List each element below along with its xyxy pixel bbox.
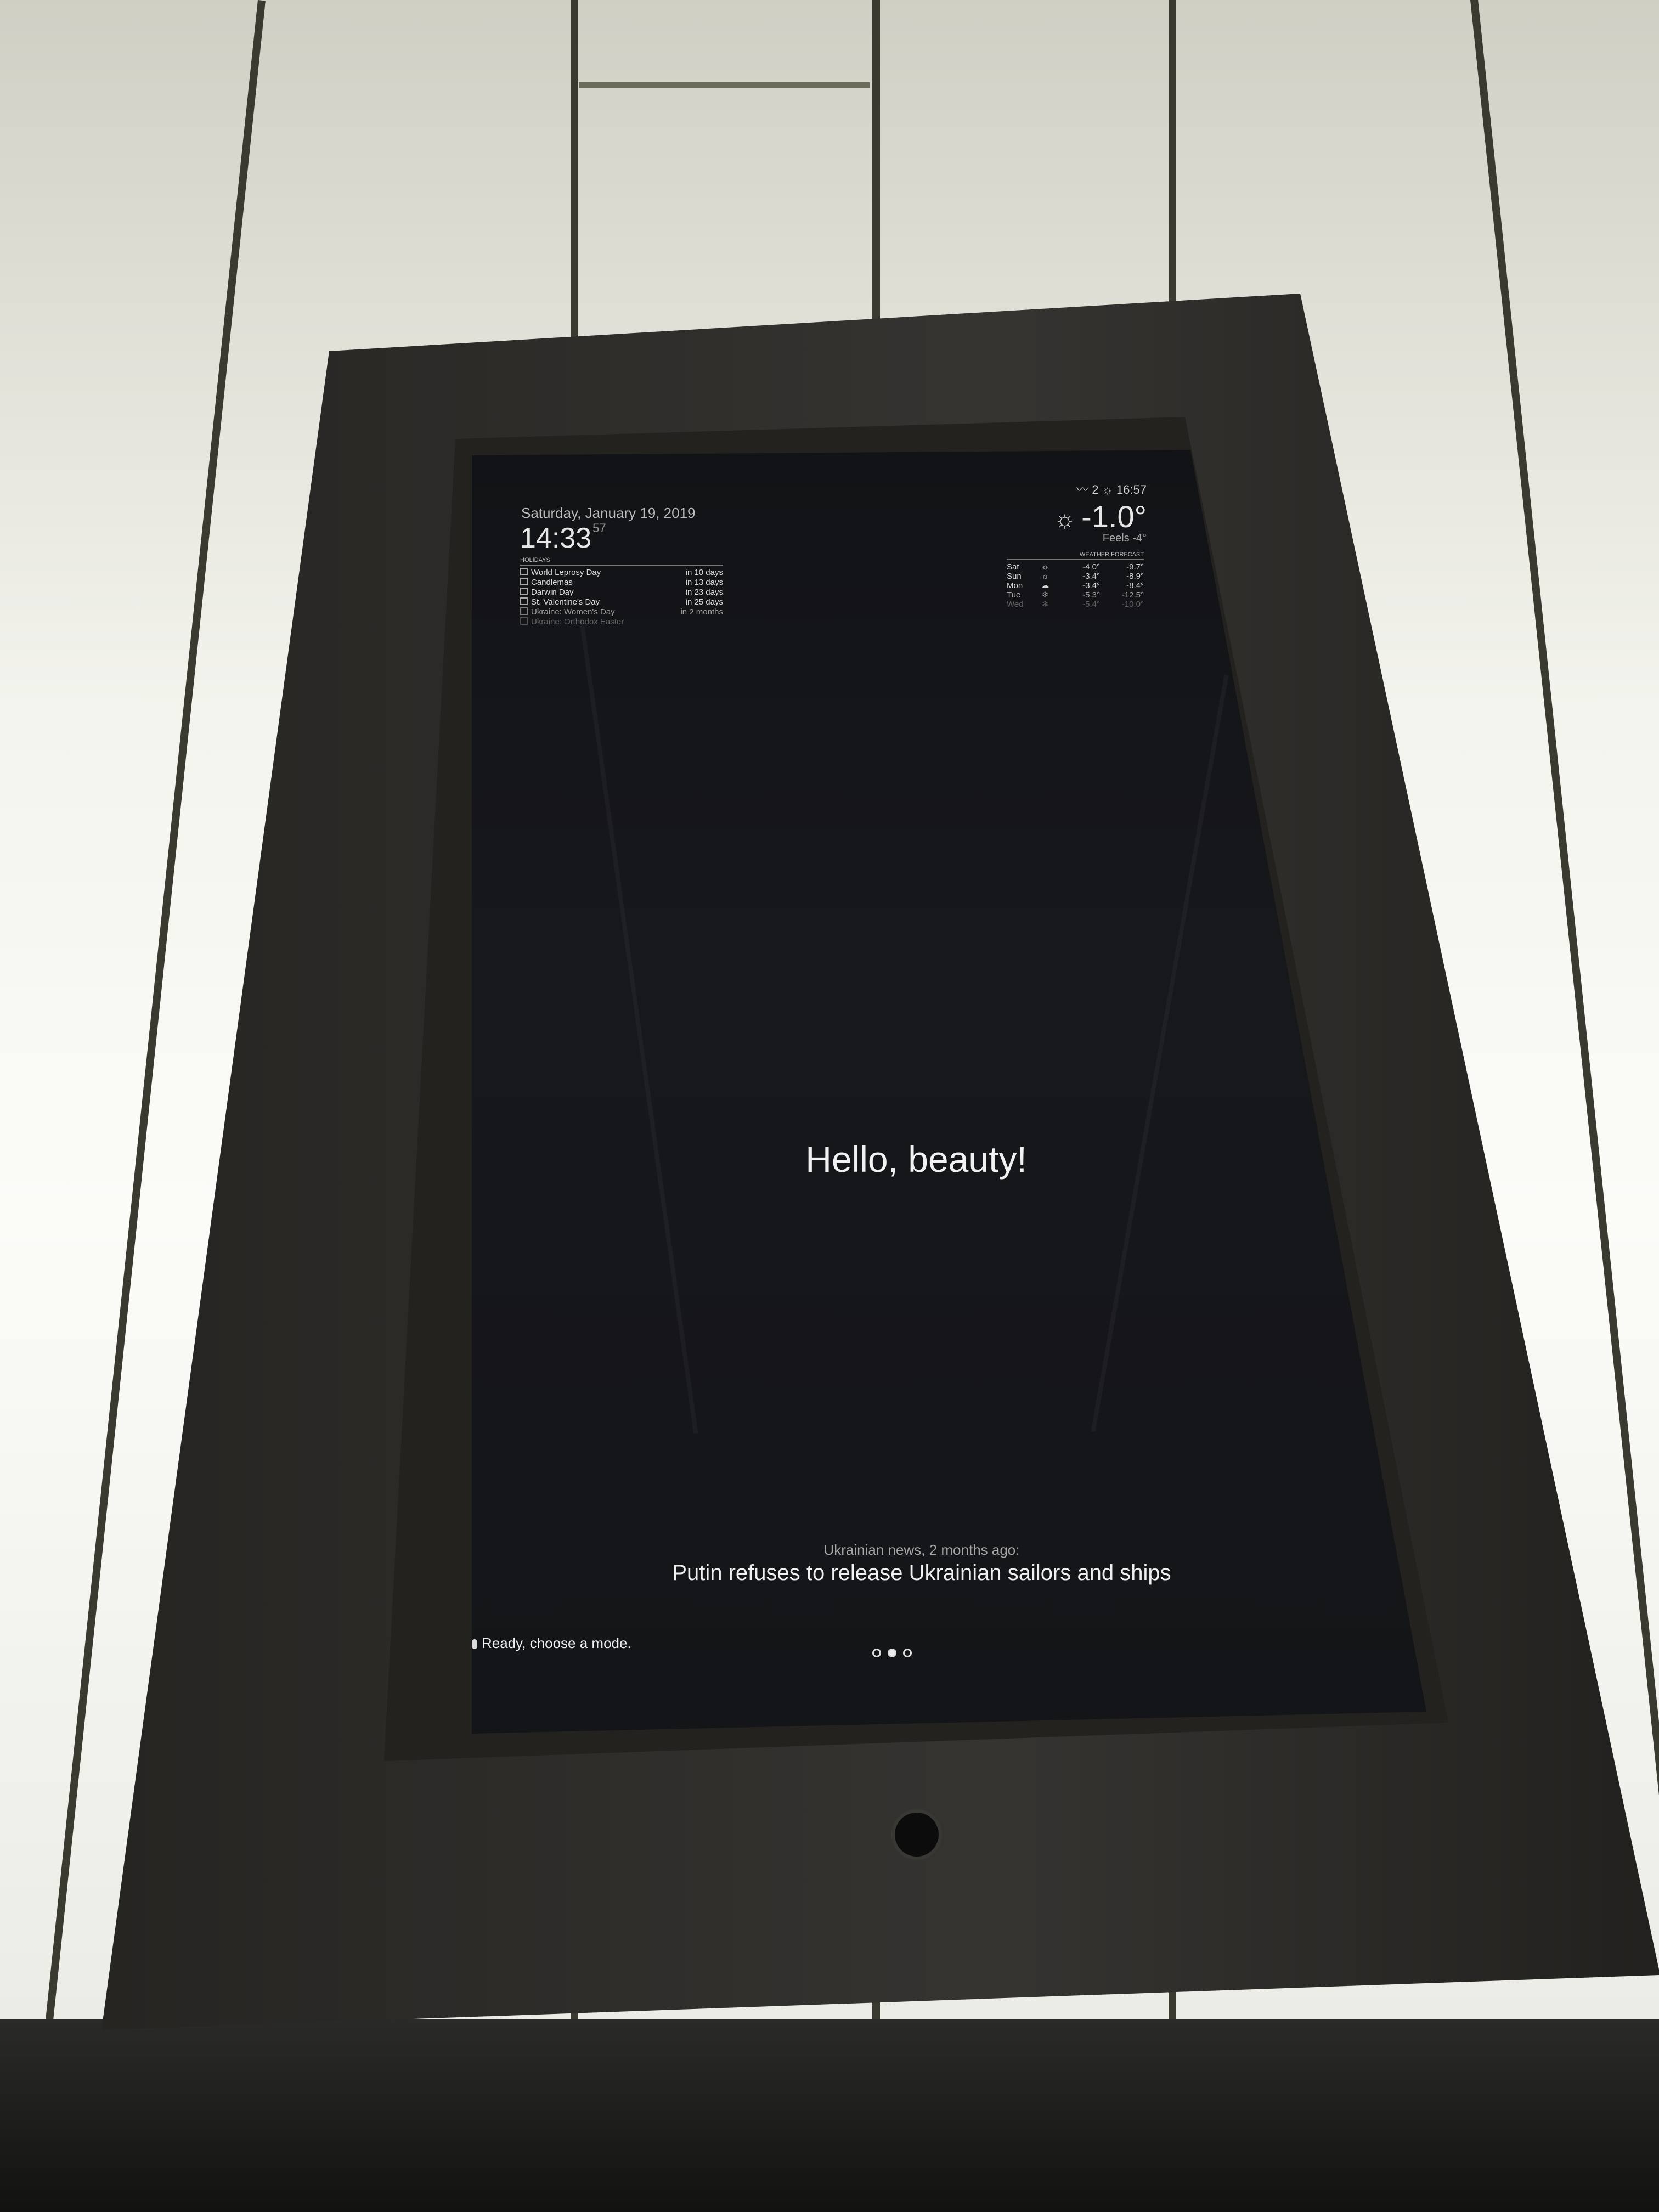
holiday-when: in 10 days (685, 568, 723, 577)
table-row: Tue ❄ -5.3° -12.5° (1007, 590, 1144, 600)
news-source: Ukrainian news, 2 months ago: (823, 1542, 1020, 1558)
table-row: Wed ❄ -5.4° -10.0° (1007, 600, 1144, 609)
holiday-name: Ukraine: Orthodox Easter (531, 617, 624, 627)
holiday-when: in 23 days (685, 588, 723, 597)
page-dot[interactable] (903, 1649, 912, 1657)
list-item: St. Valentine's Day in 25 days (520, 597, 723, 607)
list-item: Ukraine: Orthodox Easter (520, 617, 723, 627)
forecast-high: -5.4° (1082, 600, 1100, 609)
clock-seconds: 57 (592, 521, 606, 535)
forecast-low: -10.0° (1121, 600, 1144, 609)
reflection (579, 618, 698, 1434)
calendar-icon (520, 607, 528, 615)
calendar-icon (520, 617, 528, 625)
floor (0, 2019, 1659, 2212)
weather-top-row: 〰 2 ☼ 16:57 (1009, 480, 1147, 498)
weather-icon: ☁ (1041, 581, 1049, 590)
voice-status-text: Ready, choose a mode. (482, 1635, 631, 1651)
weather-icon: ❄ (1041, 590, 1049, 600)
forecast-high: -3.4° (1082, 572, 1100, 581)
list-item: Darwin Day in 23 days (520, 588, 723, 597)
sun-icon: ☼ (1053, 506, 1076, 533)
calendar-icon (520, 597, 528, 605)
holiday-name: World Leprosy Day (531, 568, 601, 577)
clock-date: Saturday, January 19, 2019 (521, 505, 696, 521)
forecast-low: -9.7° (1126, 562, 1144, 572)
calendar-icon (520, 588, 528, 595)
reflection (1091, 675, 1229, 1432)
clock-time: 14:3357 (520, 521, 606, 555)
holidays-calendar: HOLIDAYS World Leprosy Day in 10 days Can… (520, 557, 723, 627)
holiday-when: in 25 days (685, 597, 723, 607)
wind-icon: 〰 (1076, 483, 1089, 496)
forecast-high: -4.0° (1082, 562, 1100, 572)
wind-speed: 2 (1092, 483, 1099, 496)
forecast-high: -5.3° (1082, 590, 1100, 600)
page-indicator (872, 1649, 912, 1657)
clock-hours-minutes: 14:33 (520, 522, 592, 554)
current-temperature: -1.0° (1081, 499, 1147, 534)
plank-seam (579, 82, 870, 88)
holiday-name: Ukraine: Women's Day (531, 607, 615, 617)
page-dot-active[interactable] (888, 1649, 896, 1657)
forecast-low: -8.9° (1126, 572, 1144, 581)
holiday-when: in 13 days (685, 578, 723, 587)
forecast-header: WEATHER FORECAST (1007, 551, 1144, 560)
holidays-header: HOLIDAYS (520, 557, 723, 566)
sunset-icon: ☼ (1102, 483, 1113, 496)
sunset-time: 16:57 (1116, 483, 1147, 496)
holiday-name: Darwin Day (531, 588, 574, 597)
weather-forecast: WEATHER FORECAST Sat ☼ -4.0° -9.7° Sun ☼ -3.4… (1007, 551, 1144, 609)
forecast-day: Mon (1007, 581, 1023, 590)
holiday-name: Candlemas (531, 578, 573, 587)
list-item: World Leprosy Day in 10 days (520, 568, 723, 578)
forecast-low: -8.4° (1126, 581, 1144, 590)
weather-icon: ❄ (1041, 600, 1049, 609)
table-row: Mon ☁ -3.4° -8.4° (1007, 581, 1144, 590)
weather-icon: ☼ (1041, 562, 1049, 572)
calendar-icon (520, 568, 528, 575)
voice-status: Ready, choose a mode. (472, 1635, 631, 1652)
list-item: Candlemas in 13 days (520, 578, 723, 588)
compliment: Hello, beauty! (805, 1139, 1027, 1180)
forecast-high: -3.4° (1082, 581, 1100, 590)
news-headline: Putin refuses to release Ukrainian sailo… (672, 1561, 1171, 1585)
forecast-day: Wed (1007, 600, 1024, 609)
list-item: Ukraine: Women's Day in 2 months (520, 607, 723, 617)
weather-icon: ☼ (1041, 572, 1049, 581)
camera-icon (891, 1809, 942, 1860)
calendar-icon (520, 578, 528, 585)
forecast-day: Tue (1007, 590, 1021, 600)
weather-temp-row: ☼ -1.0° (1009, 499, 1147, 534)
forecast-day: Sat (1007, 562, 1019, 572)
forecast-day: Sun (1007, 572, 1022, 581)
forecast-low: -12.5° (1121, 590, 1144, 600)
table-row: Sat ☼ -4.0° -9.7° (1007, 562, 1144, 572)
table-row: Sun ☼ -3.4° -8.9° (1007, 572, 1144, 581)
page-dot[interactable] (872, 1649, 881, 1657)
holiday-name: St. Valentine's Day (531, 597, 600, 607)
microphone-icon (472, 1639, 477, 1649)
current-weather: 〰 2 ☼ 16:57 ☼ -1.0° Feels -4° (1009, 480, 1147, 545)
holiday-when: in 2 months (680, 607, 723, 617)
